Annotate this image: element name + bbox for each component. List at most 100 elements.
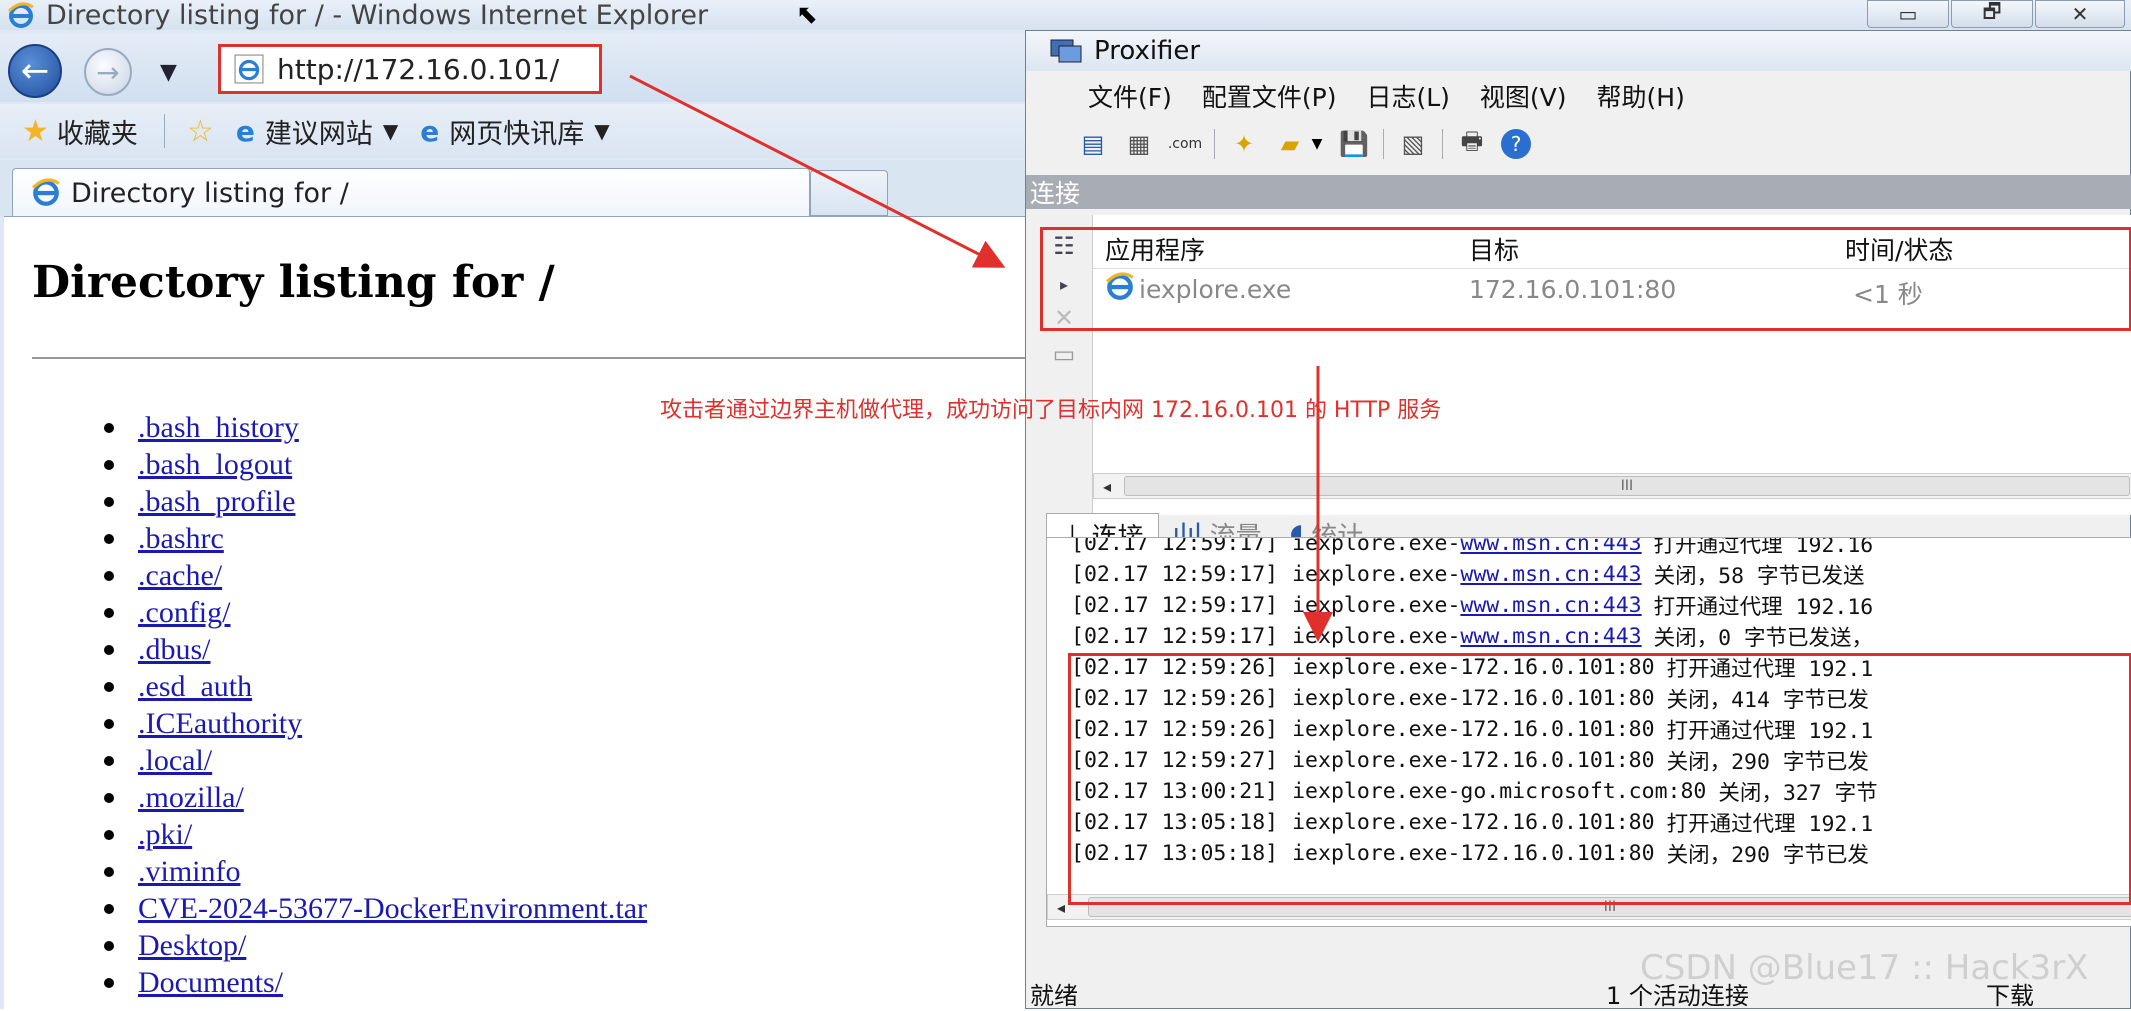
menu-bar: 文件(F) 配置文件(P) 日志(L) 视图(V) 帮助(H) [1026, 73, 2131, 119]
print-icon[interactable]: 🖶 [1455, 127, 1489, 161]
log-message: 关闭，58 字节已发送 [1653, 564, 1865, 589]
log-app: iexplore.exe [1292, 593, 1448, 618]
tab-directory-listing[interactable]: Directory listing for / [12, 168, 810, 218]
proxifier-logo-icon [1048, 34, 1084, 68]
advanced-icon[interactable]: ▧ [1396, 127, 1430, 161]
file-link[interactable]: .bashrc [138, 522, 224, 556]
list-item: .bash_history [104, 409, 647, 446]
proxifier-window: Proxifier 文件(F) 配置文件(P) 日志(L) 视图(V) 帮助(H… [1025, 30, 2131, 1010]
chevron-down-icon[interactable]: ▼ [1309, 127, 1325, 161]
scroll-thumb[interactable]: III [1124, 476, 2130, 496]
file-link[interactable]: .local/ [138, 744, 212, 778]
minimize-button[interactable]: ▭ [1867, 0, 1949, 28]
log-time: [02.17 12:59:17] [1071, 537, 1279, 556]
file-list: .bash_history .bash_logout .bash_profile… [104, 409, 647, 1001]
ie-navbar: ← → ▼ http://172.16.0.101/ [0, 34, 1030, 102]
new-profile-icon[interactable]: ✦ [1227, 127, 1261, 161]
menu-file[interactable]: 文件(F) [1088, 78, 1172, 114]
status-ready: 就绪 [1030, 981, 1078, 1010]
log-line: [02.17 12:59:17] iexplore.exe - www.msn.c… [1071, 537, 1874, 559]
menu-log[interactable]: 日志(L) [1366, 78, 1449, 114]
restore-button[interactable]: 🗗 [1951, 0, 2033, 28]
address-bar[interactable]: http://172.16.0.101/ [218, 44, 602, 94]
toolbar: ▤ ▦ .com ✦ ▰ ▼ 💾 ▧ 🖶 ? [1026, 121, 2131, 167]
file-link[interactable]: .mozilla/ [138, 781, 244, 815]
log-dest-link[interactable]: www.msn.cn:443 [1460, 624, 1641, 649]
file-link[interactable]: .dbus/ [138, 633, 211, 667]
list-item: .bash_profile [104, 483, 647, 520]
list-item: Desktop/ [104, 927, 647, 964]
list-item: .local/ [104, 742, 647, 779]
divider [32, 357, 1030, 359]
ie-page-icon: e [420, 114, 440, 148]
log-dest-link[interactable]: www.msn.cn:443 [1460, 562, 1641, 587]
log-time: [02.17 12:59:17] [1071, 562, 1279, 587]
menu-profile[interactable]: 配置文件(P) [1202, 78, 1337, 114]
list-item: .dbus/ [104, 631, 647, 668]
page-title: Directory listing for / [32, 257, 555, 308]
log-message: 打开通过代理 192.16 [1653, 537, 1874, 558]
chevron-down-icon: ▼ [382, 119, 399, 143]
help-icon[interactable]: ? [1501, 129, 1531, 159]
ie-logo-icon [31, 177, 61, 211]
back-button[interactable]: ← [8, 44, 62, 98]
list-item: .esd_auth [104, 668, 647, 705]
log-time: [02.17 12:59:17] [1071, 593, 1279, 618]
watermark: CSDN @Blue17 :: Hack3rX [1640, 948, 2089, 988]
file-link[interactable]: .viminfo [138, 855, 241, 889]
file-link[interactable]: .cache/ [138, 559, 222, 593]
ie-logo-icon [6, 0, 36, 30]
web-slices-link[interactable]: e 网页快讯库 ▼ [420, 112, 609, 151]
file-link[interactable]: .config/ [138, 596, 230, 630]
favorites-button[interactable]: ★ 收藏夹 [22, 112, 138, 151]
list-item: .cache/ [104, 557, 647, 594]
menu-view[interactable]: 视图(V) [1480, 78, 1567, 114]
log-dest-link[interactable]: www.msn.cn:443 [1460, 538, 1641, 556]
log-app: iexplore.exe [1292, 562, 1448, 587]
file-link[interactable]: .bash_profile [138, 485, 295, 519]
file-link[interactable]: .ICEauthority [138, 707, 302, 741]
disconnect-icon[interactable]: ▭ [1046, 339, 1082, 369]
rules-icon[interactable]: ▦ [1122, 127, 1156, 161]
scroll-left-icon[interactable]: ◂ [1094, 477, 1120, 496]
star-icon: ★ [22, 113, 49, 149]
name-resolution-icon[interactable]: .com [1168, 127, 1202, 161]
favorites-bar: ★ 收藏夹 ☆ e 建议网站 ▼ e 网页快讯库 ▼ [0, 104, 1030, 158]
close-button[interactable]: ✕ [2035, 0, 2125, 28]
tab-strip: Directory listing for / [0, 160, 1030, 218]
divider [163, 114, 165, 148]
log-app: iexplore.exe [1292, 537, 1448, 556]
ie-titlebar: Directory listing for / - Windows Intern… [0, 0, 2131, 31]
log-app: iexplore.exe [1292, 624, 1448, 649]
chevron-down-icon: ▼ [594, 119, 610, 143]
tab-title: Directory listing for / [71, 178, 349, 209]
suggested-sites-link[interactable]: e 建议网站 ▼ [236, 112, 398, 151]
page-content: Directory listing for / .bash_history .b… [4, 216, 1030, 1009]
file-link[interactable]: CVE-2024-53677-DockerEnvironment.tar [138, 892, 647, 926]
history-dropdown-icon[interactable]: ▼ [160, 60, 177, 85]
new-tab-button[interactable] [810, 170, 888, 216]
log-dest-link[interactable]: www.msn.cn:443 [1460, 593, 1641, 618]
star-add-icon: ☆ [186, 113, 214, 149]
ie-page-icon: e [235, 114, 255, 148]
file-link[interactable]: Documents/ [138, 966, 283, 1000]
add-favorite-button[interactable]: ☆ [187, 114, 214, 149]
file-link[interactable]: .bash_history [138, 411, 299, 445]
log-line: [02.17 12:59:17] iexplore.exe - www.msn.c… [1071, 621, 1873, 652]
file-link[interactable]: .esd_auth [138, 670, 252, 704]
list-item: .config/ [104, 594, 647, 631]
proxy-servers-icon[interactable]: ▤ [1076, 127, 1110, 161]
list-item: Documents/ [104, 964, 647, 1001]
proxifier-titlebar: Proxifier [1026, 31, 2131, 71]
menu-help[interactable]: 帮助(H) [1597, 78, 1685, 114]
save-profile-icon[interactable]: 💾 [1337, 127, 1371, 161]
url-text[interactable]: http://172.16.0.101/ [277, 53, 559, 86]
file-link[interactable]: Desktop/ [138, 929, 246, 963]
proxifier-title: Proxifier [1094, 36, 1201, 66]
file-link[interactable]: .bash_logout [138, 448, 292, 482]
open-profile-icon[interactable]: ▰ [1273, 127, 1307, 161]
forward-button[interactable]: → [84, 48, 132, 96]
list-item: .pki/ [104, 816, 647, 853]
file-link[interactable]: .pki/ [138, 818, 192, 852]
grid-scrollbar[interactable]: ◂ III [1093, 473, 2131, 499]
